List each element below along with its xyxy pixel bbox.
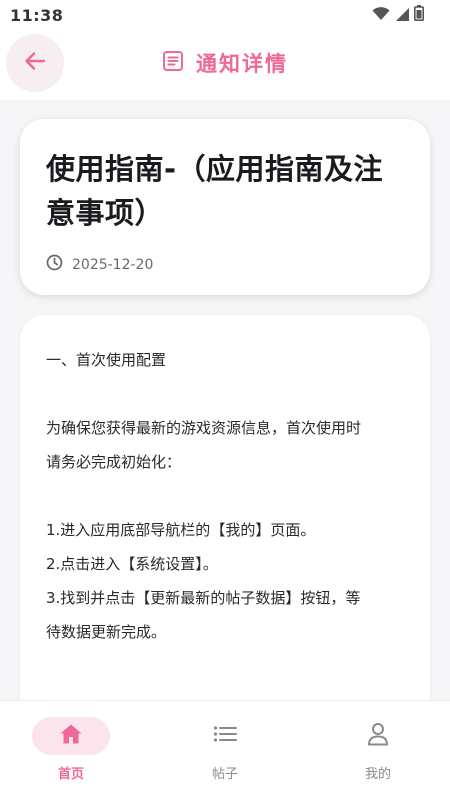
clock-icon: [46, 254, 63, 275]
header-title-group: 通知详情: [0, 30, 450, 96]
nav-item-profile[interactable]: 我的: [328, 713, 428, 783]
signal-icon: [395, 6, 409, 25]
section-heading: 一、首次使用配置: [46, 351, 167, 369]
notice-body-card: 一、首次使用配置 为确保您获得最新的游戏资源信息，首次使用时 请务必完成初始化：…: [20, 315, 430, 700]
step-item: 待数据更新完成。: [46, 623, 167, 641]
wifi-icon: [372, 6, 390, 25]
document-icon: [162, 50, 184, 76]
step-item: 3.找到并点击【更新最新的帖子数据】按钮，等: [46, 589, 361, 607]
notice-date-row: 2025-12-20: [46, 254, 406, 275]
content-area[interactable]: 使用指南-（应用指南及注 意事项） 2025-12-20 一、首次使用配置 为确…: [0, 100, 450, 700]
status-bar: 11:38: [0, 0, 450, 30]
step-item: 1.进入应用底部导航栏的【我的】页面。: [46, 521, 316, 539]
body-text-line: 请务必完成初始化：: [46, 453, 182, 471]
status-time: 11:38: [10, 5, 64, 25]
body-text-line: 为确保您获得最新的游戏资源信息，首次使用时: [46, 419, 362, 437]
notice-title-card: 使用指南-（应用指南及注 意事项） 2025-12-20: [20, 119, 430, 295]
home-icon: [59, 723, 83, 749]
nav-item-home[interactable]: 首页: [21, 713, 121, 783]
back-button[interactable]: [6, 34, 64, 92]
notice-title: 使用指南-（应用指南及注 意事项）: [46, 147, 406, 235]
nav-item-posts-pill: [186, 717, 264, 755]
bottom-nav: 首页 帖子 我的: [0, 700, 450, 800]
app-header: 通知详情: [0, 30, 450, 100]
step-item: 2.点击进入【系统设置】。: [46, 555, 218, 573]
notice-title-line: 使用指南-（应用指南及注: [46, 152, 384, 186]
notice-title-line: 意事项）: [46, 196, 165, 230]
arrow-left-icon: [24, 50, 46, 76]
nav-item-profile-pill: [339, 717, 417, 755]
nav-item-home-pill: [32, 717, 110, 755]
nav-item-posts[interactable]: 帖子: [175, 713, 275, 783]
notice-detail-screen: 11:38 通知详情 使用指南-（应用指南及注 意事项） 2025-12-20 …: [0, 0, 450, 800]
notice-date: 2025-12-20: [72, 256, 154, 273]
nav-item-label: 我的: [364, 767, 391, 782]
status-icons: [372, 5, 424, 25]
battery-icon: [414, 5, 424, 25]
nav-item-label: 首页: [57, 767, 84, 782]
nav-item-label: 帖子: [211, 767, 238, 782]
user-icon: [367, 722, 389, 750]
page-title: 通知详情: [196, 52, 288, 76]
list-icon: [213, 725, 237, 747]
